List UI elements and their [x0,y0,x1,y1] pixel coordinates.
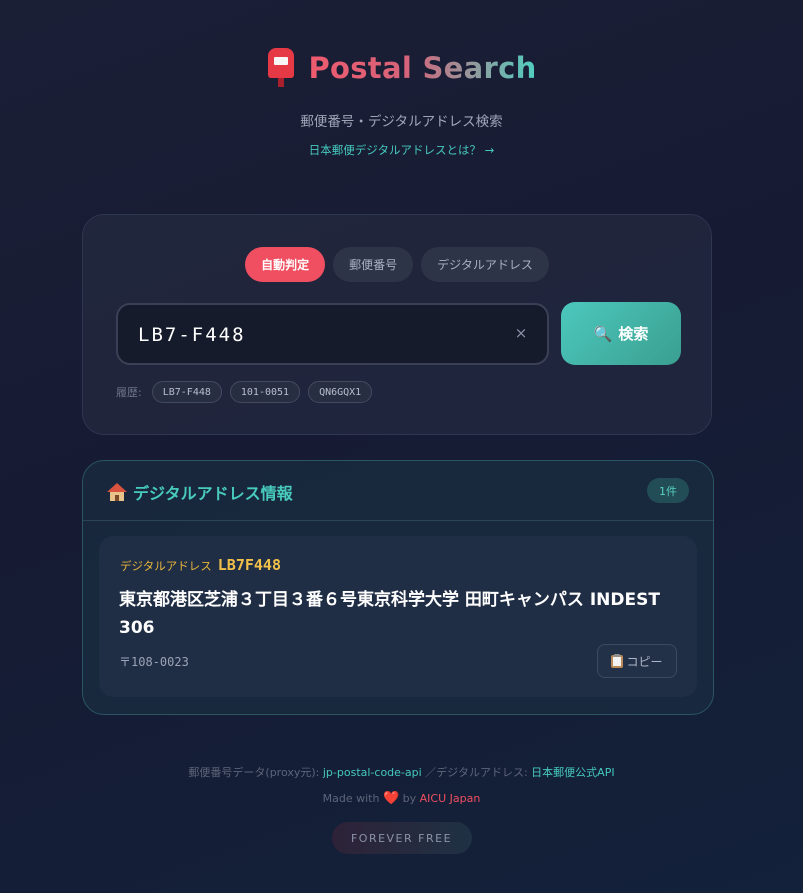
search-button[interactable]: 🔍 検索 [561,302,681,365]
digital-address-label: デジタルアドレス LB7F448 [120,556,281,574]
by-text: by [399,792,420,805]
tab-digital-address[interactable]: デジタルアドレス [421,247,549,282]
result-title-text: デジタルアドレス情報 [133,484,293,503]
result-item: デジタルアドレス LB7F448 東京都港区芝浦３丁目３番６号東京科学大学 田町… [99,536,697,697]
search-history: 履歴: LB7-F448 101-0051 QN6GQX1 [116,381,373,403]
history-chip[interactable]: LB7-F448 [151,381,222,403]
postal-code: 〒108-0023 [119,655,189,669]
history-label: 履歴: [116,386,142,399]
made-with-text: Made with [322,792,383,805]
search-input-wrapper: × [116,303,549,365]
clear-icon[interactable]: × [511,323,531,343]
tab-auto-detect[interactable]: 自動判定 [245,247,326,282]
history-chip[interactable]: QN6GQX1 [308,381,373,403]
copy-button[interactable]: コピー [597,644,677,678]
source-separator: ／デジタルアドレス: [421,766,532,779]
copy-button-label: コピー [626,654,663,669]
search-card: 自動判定 郵便番号 デジタルアドレス × 🔍 検索 履歴: LB7-F448 1… [82,214,712,435]
page-header: Postal Search 郵便番号・デジタルアドレス検索 日本郵便デジタルアド… [0,48,803,158]
search-mode-tabs: 自動判定 郵便番号 デジタルアドレス [83,247,711,282]
search-input[interactable] [136,305,510,365]
heart-icon: ❤️ [382,791,400,806]
clipboard-icon [611,654,624,668]
page-footer: 郵便番号データ(proxy元): jp-postal-code-api ／デジタ… [0,764,803,854]
history-chip[interactable]: 101-0051 [229,381,301,403]
digital-address-info-link[interactable]: 日本郵便デジタルアドレスとは？ → [0,142,803,158]
digital-source-link[interactable]: 日本郵便公式API [531,766,614,779]
postal-source-link[interactable]: jp-postal-code-api [323,766,422,779]
forever-free-badge: FOREVER FREE [331,822,472,854]
digital-address-code: LB7F448 [217,556,281,574]
source-prefix: 郵便番号データ(proxy元): [188,766,323,779]
app-title: Postal Search [308,51,537,85]
house-icon [107,482,127,502]
page-subtitle: 郵便番号・デジタルアドレス検索 [300,114,503,130]
digital-address-type: デジタルアドレス [120,559,212,573]
tab-postal-code[interactable]: 郵便番号 [333,247,414,282]
search-icon: 🔍 [593,324,613,343]
brand: Postal Search [0,48,803,88]
result-title: デジタルアドレス情報 [107,480,293,504]
author-link[interactable]: AICU Japan [420,792,481,805]
search-button-label: 検索 [618,325,649,343]
made-with-line: Made with ❤️ by AICU Japan [0,791,803,806]
address-text: 東京都港区芝浦３丁目３番６号東京科学大学 田町キャンパス INDEST 306 [119,590,660,638]
result-card: デジタルアドレス情報 1件 デジタルアドレス LB7F448 東京都港区芝浦３丁… [82,460,714,715]
data-source-line: 郵便番号データ(proxy元): jp-postal-code-api ／デジタ… [0,764,803,780]
postbox-icon [266,48,296,88]
result-count-badge: 1件 [647,478,689,503]
result-header: デジタルアドレス情報 1件 [83,461,713,521]
